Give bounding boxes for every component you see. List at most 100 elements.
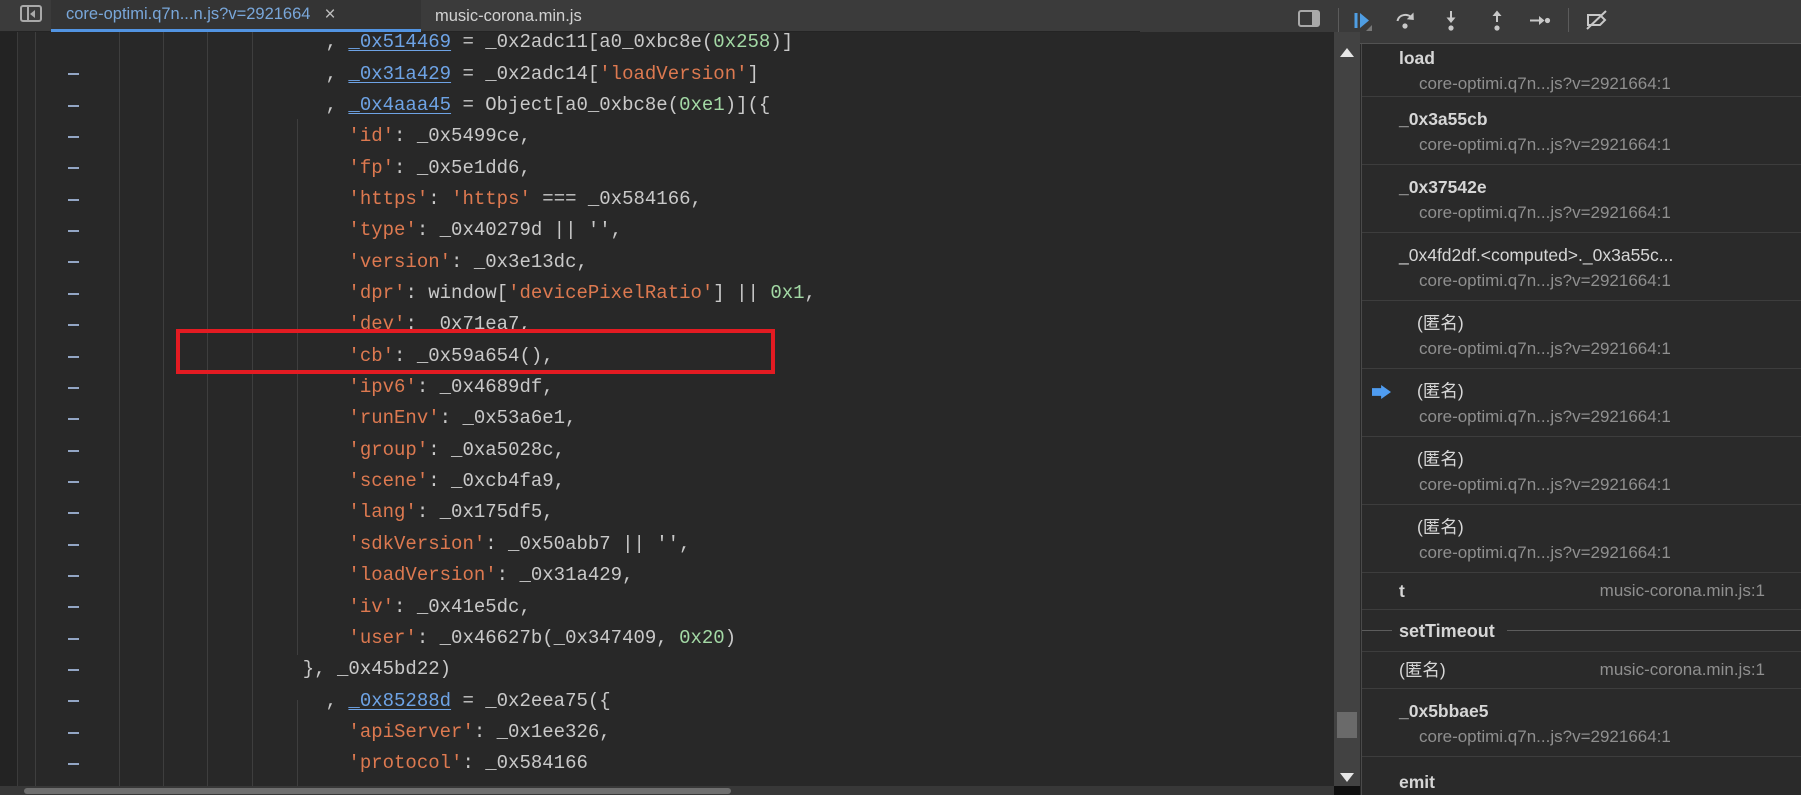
step-button[interactable] — [1528, 9, 1552, 33]
tab-core-optimi[interactable]: core-optimi.q7n...n.js?v=2921664 × — [51, 0, 421, 32]
scroll-up-arrow-icon[interactable] — [1340, 48, 1354, 57]
close-tab-icon[interactable]: × — [324, 5, 335, 24]
call-stack-frame[interactable]: loadcore-optimi.q7n...js?v=2921664:1 — [1362, 44, 1801, 97]
step-over-icon — [1394, 9, 1418, 33]
fold-marker[interactable] — [68, 544, 79, 546]
code-line[interactable]: 'https': 'https' === _0x584166, — [280, 184, 816, 215]
code-line[interactable]: 'type': _0x40279d || '', — [280, 215, 816, 246]
fold-marker[interactable] — [68, 167, 79, 169]
step-out-button[interactable] — [1486, 9, 1510, 33]
fold-marker[interactable] — [68, 700, 79, 702]
frame-source-location[interactable]: music-corona.min.js:1 — [1600, 657, 1801, 683]
frame-function-name: emit — [1362, 769, 1801, 795]
toolbar-separator — [1568, 8, 1569, 32]
horizontal-scrollbar-thumb[interactable] — [24, 788, 731, 794]
call-stack-frame[interactable]: _0x5bbae5core-optimi.q7n...js?v=2921664:… — [1362, 689, 1801, 757]
divider-line — [1507, 630, 1801, 631]
fold-marker[interactable] — [68, 450, 79, 452]
vertical-scrollbar-thumb[interactable] — [1337, 712, 1357, 738]
fold-marker[interactable] — [68, 105, 79, 107]
code-line[interactable]: 'fp': _0x5e1dd6, — [280, 153, 816, 184]
vertical-scrollbar[interactable] — [1334, 32, 1360, 795]
step-into-button[interactable] — [1440, 9, 1464, 33]
fold-marker[interactable] — [68, 481, 79, 483]
indent-guide — [163, 32, 164, 786]
frame-source-location[interactable]: music-corona.min.js:1 — [1600, 578, 1801, 604]
frame-function-name: (匿名) — [1362, 657, 1600, 683]
fold-marker[interactable] — [68, 136, 79, 138]
code-line[interactable]: 'iv': _0x41e5dc, — [280, 592, 816, 623]
call-stack-frame[interactable]: _0x37542ecore-optimi.q7n...js?v=2921664:… — [1362, 165, 1801, 233]
fold-marker[interactable] — [68, 732, 79, 734]
frame-source-location[interactable]: core-optimi.q7n...js?v=2921664:1 — [1362, 71, 1801, 97]
code-line[interactable]: , _0x4aaa45 = Object[a0_0xbc8e(0xe1)]({ — [280, 90, 816, 121]
call-stack-frame[interactable]: (匿名)core-optimi.q7n...js?v=2921664:1 — [1362, 437, 1801, 505]
call-stack-frame[interactable]: _0x3a55cbcore-optimi.q7n...js?v=2921664:… — [1362, 97, 1801, 165]
fold-marker[interactable] — [68, 324, 79, 326]
code-line[interactable]: 'lang': _0x175df5, — [280, 497, 816, 528]
frame-source-location[interactable]: core-optimi.q7n...js?v=2921664:1 — [1362, 336, 1801, 362]
code-line[interactable]: 'sdkVersion': _0x50abb7 || '', — [280, 529, 816, 560]
fold-marker[interactable] — [68, 638, 79, 640]
frame-source-location[interactable]: core-optimi.q7n...js?v=2921664:1 — [1362, 472, 1801, 498]
fold-marker[interactable] — [68, 356, 79, 358]
call-stack-panel: loadcore-optimi.q7n...js?v=2921664:1_0x3… — [1361, 44, 1801, 795]
call-stack-frame[interactable]: (匿名)core-optimi.q7n...js?v=2921664:1 — [1362, 369, 1801, 437]
frame-function-name: t — [1362, 578, 1600, 604]
code-line[interactable]: 'group': _0xa5028c, — [280, 435, 816, 466]
fold-marker[interactable] — [68, 199, 79, 201]
toolbar-separator — [1338, 8, 1339, 32]
horizontal-scrollbar[interactable] — [0, 786, 1334, 795]
call-stack-frame[interactable]: (匿名)core-optimi.q7n...js?v=2921664:1 — [1362, 301, 1801, 369]
fold-marker[interactable] — [68, 418, 79, 420]
indent-guide — [252, 32, 253, 786]
toggle-debugger-sidebar-button[interactable] — [1298, 10, 1322, 31]
fold-marker[interactable] — [68, 261, 79, 263]
code-line[interactable]: }, _0x45bd22) — [280, 654, 816, 685]
call-stack-frame[interactable]: (匿名)core-optimi.q7n...js?v=2921664:1 — [1362, 505, 1801, 573]
code-line[interactable]: 'scene': _0xcb4fa9, — [280, 466, 816, 497]
fold-marker[interactable] — [68, 575, 79, 577]
fold-marker[interactable] — [68, 669, 79, 671]
frame-function-name: _0x5bbae5 — [1362, 698, 1801, 724]
code-line[interactable]: 'apiServer': _0x1ee326, — [280, 717, 816, 748]
breakpoint-gutter[interactable] — [0, 32, 18, 786]
fold-marker[interactable] — [68, 230, 79, 232]
frame-source-location[interactable]: core-optimi.q7n...js?v=2921664:1 — [1362, 132, 1801, 158]
fold-marker[interactable] — [68, 293, 79, 295]
code-line[interactable]: 'dpr': window['devicePixelRatio'] || 0x1… — [280, 278, 816, 309]
frame-source-location[interactable]: core-optimi.q7n...js?v=2921664:1 — [1362, 268, 1801, 294]
scroll-down-arrow-icon[interactable] — [1340, 773, 1354, 782]
devtools-sources-panel: core-optimi.q7n...n.js?v=2921664 × music… — [0, 0, 1801, 795]
tab-music-corona[interactable]: music-corona.min.js — [421, 0, 646, 32]
code-line[interactable]: 'ipv6': _0x4689df, — [280, 372, 816, 403]
indent-guide — [119, 32, 120, 786]
step-over-button[interactable] — [1394, 9, 1418, 33]
code-line[interactable]: 'protocol': _0x584166 — [280, 748, 816, 779]
call-stack-frame[interactable]: emit — [1362, 757, 1801, 795]
code-line[interactable]: , _0x85288d = _0x2eea75({ — [280, 686, 816, 717]
frame-source-location[interactable]: core-optimi.q7n...js?v=2921664:1 — [1362, 200, 1801, 226]
debugger-sidebar-toggle-icon — [1298, 10, 1320, 27]
fold-marker[interactable] — [68, 606, 79, 608]
frame-source-location[interactable]: core-optimi.q7n...js?v=2921664:1 — [1362, 724, 1801, 750]
code-line[interactable]: , _0x514469 = _0x2adc11[a0_0xbc8e(0x258)… — [280, 32, 816, 59]
code-line[interactable]: 'loadVersion': _0x31a429, — [280, 560, 816, 591]
frame-source-location[interactable]: core-optimi.q7n...js?v=2921664:1 — [1362, 540, 1801, 566]
deactivate-breakpoints-button[interactable] — [1584, 9, 1608, 33]
fold-marker[interactable] — [68, 763, 79, 765]
code-line[interactable]: 'version': _0x3e13dc, — [280, 247, 816, 278]
fold-marker[interactable] — [68, 73, 79, 75]
call-stack-frame[interactable]: _0x4fd2df.<computed>._0x3a55c...core-opt… — [1362, 233, 1801, 301]
code-line[interactable]: , _0x31a429 = _0x2adc14['loadVersion'] — [280, 59, 816, 90]
fold-marker[interactable] — [68, 387, 79, 389]
call-stack-frame[interactable]: (匿名)music-corona.min.js:1 — [1362, 652, 1801, 689]
code-line[interactable]: 'runEnv': _0x53a6e1, — [280, 403, 816, 434]
frame-source-location[interactable]: core-optimi.q7n...js?v=2921664:1 — [1362, 404, 1801, 430]
toggle-navigator-sidebar-button[interactable] — [20, 5, 44, 26]
code-line[interactable]: 'user': _0x46627b(_0x347409, 0x20) — [280, 623, 816, 654]
fold-marker[interactable] — [68, 512, 79, 514]
call-stack-frame[interactable]: tmusic-corona.min.js:1 — [1362, 573, 1801, 610]
resume-button[interactable] — [1350, 9, 1374, 33]
code-line[interactable]: 'id': _0x5499ce, — [280, 121, 816, 152]
